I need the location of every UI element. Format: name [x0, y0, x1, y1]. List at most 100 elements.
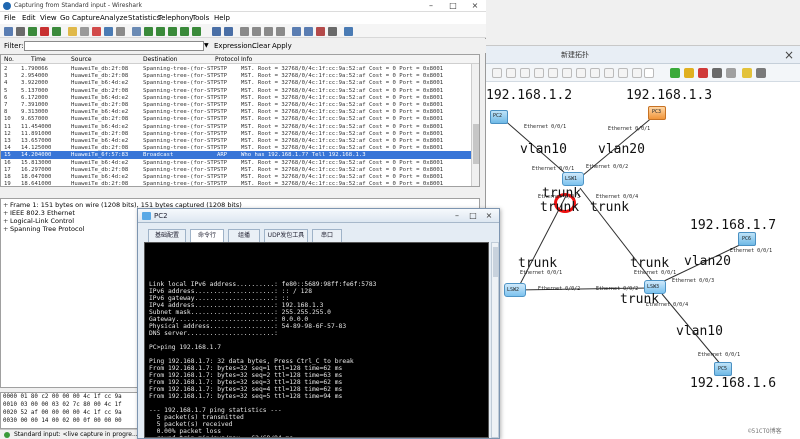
menu-help[interactable]: Help	[214, 14, 230, 22]
maximize-icon[interactable]: □	[466, 210, 480, 221]
device-pc6-label: PC6	[742, 236, 752, 242]
find-icon[interactable]	[132, 27, 141, 36]
menu-file[interactable]: File	[4, 14, 16, 22]
packet-cell-no: 13	[4, 138, 11, 144]
close-icon[interactable]: ×	[482, 210, 496, 221]
tab-command-line[interactable]: 命令行	[190, 229, 224, 242]
save-file-icon[interactable]	[80, 27, 89, 36]
menu-view[interactable]: View	[40, 14, 57, 22]
packet-cell-src: HuaweiTe_db:2f:08	[71, 102, 129, 108]
fit-tool-icon[interactable]	[576, 68, 586, 78]
chevron-down-icon[interactable]: ▼	[204, 42, 209, 49]
filter-input[interactable]	[24, 41, 204, 51]
column-destination[interactable]: Destination	[143, 56, 177, 63]
go-to-packet-icon[interactable]	[168, 27, 177, 36]
options-icon[interactable]	[16, 27, 25, 36]
terminal-line: --- 192.168.1.7 ping statistics ---	[149, 407, 282, 414]
detail-line[interactable]: + IEEE 802.3 Ethernet	[3, 209, 75, 217]
copy-tool-icon[interactable]	[632, 68, 642, 78]
column-protocol[interactable]: Protocol	[215, 56, 239, 63]
last-packet-icon[interactable]	[192, 27, 201, 36]
print-icon[interactable]	[116, 27, 125, 36]
capture-filters-icon[interactable]	[292, 27, 301, 36]
minimize-icon[interactable]: –	[450, 210, 464, 221]
reload-icon[interactable]	[104, 27, 113, 36]
zoom-tool-icon[interactable]	[562, 68, 572, 78]
display-filters-icon[interactable]	[304, 27, 313, 36]
select-tool-icon[interactable]	[492, 68, 502, 78]
terminal-line: round-trip min/avg/max = 62/68/94 ms	[149, 435, 293, 437]
apply-button[interactable]: Apply	[272, 42, 292, 50]
menu-analyze[interactable]: Analyze	[100, 14, 128, 22]
terminal-icon[interactable]	[712, 68, 722, 78]
palette-tool-icon[interactable]	[618, 68, 628, 78]
pause-devices-icon[interactable]	[684, 68, 694, 78]
zoom-out-icon[interactable]	[252, 27, 261, 36]
vlan-label: vlan20	[598, 142, 645, 157]
close-icon[interactable]: ×	[464, 0, 486, 12]
normal-size-icon[interactable]	[264, 27, 273, 36]
tab-udp-tool[interactable]: UDP发包工具	[264, 229, 308, 242]
menu-tools[interactable]: Tools	[192, 14, 209, 22]
tab-multicast[interactable]: 组播	[228, 229, 260, 242]
topology-window: 新建拓扑 × PC2 PC3 LSW1 LSW2 LSW3 PC6 PC5 19…	[486, 0, 800, 439]
clear-button[interactable]: Clear	[252, 42, 270, 50]
grid-tool-icon[interactable]	[590, 68, 600, 78]
delete-tool-icon[interactable]	[548, 68, 558, 78]
text-tool-icon[interactable]	[520, 68, 530, 78]
minimize-icon[interactable]: –	[420, 0, 442, 12]
detail-line[interactable]: + Spanning Tree Protocol	[3, 225, 84, 233]
packet-cell-dst: Broadcast	[143, 152, 174, 159]
close-file-icon[interactable]	[92, 27, 101, 36]
screenshot-icon[interactable]	[742, 68, 752, 78]
open-file-icon[interactable]	[68, 27, 77, 36]
menu-edit[interactable]: Edit	[22, 14, 36, 22]
maximize-icon[interactable]: □	[442, 0, 464, 12]
packet-list-scrollbar[interactable]	[471, 64, 479, 186]
start-capture-icon[interactable]	[28, 27, 37, 36]
help-icon[interactable]	[344, 27, 353, 36]
hex-line: 0030 00 00 14 00 02 00 0f 00 00 00	[3, 418, 122, 424]
packet-cell-dst: Spanning-tree-(for-STP	[143, 80, 218, 87]
device-pc5-label: PC5	[718, 366, 728, 372]
scrollbar-thumb[interactable]	[493, 247, 498, 277]
column-source[interactable]: Source	[71, 56, 92, 63]
menu-go[interactable]: Go	[60, 14, 70, 22]
menu-capture[interactable]: Capture	[72, 14, 100, 22]
menu-telephony[interactable]: Telephony	[158, 14, 193, 22]
command-terminal[interactable]: Link local IPv6 address..........: fe80:…	[144, 242, 489, 438]
go-back-icon[interactable]	[144, 27, 153, 36]
detail-text: Spanning Tree Protocol	[10, 225, 85, 233]
move-tool-icon[interactable]	[506, 68, 516, 78]
interfaces-icon[interactable]	[4, 27, 13, 36]
resize-columns-icon[interactable]	[276, 27, 285, 36]
coloring-rules-icon[interactable]	[316, 27, 325, 36]
autoscroll-icon[interactable]	[224, 27, 233, 36]
menu-statistics[interactable]: Statistics	[128, 14, 160, 22]
scrollbar-thumb[interactable]	[473, 124, 479, 164]
tab-basic-config[interactable]: 基础配置	[148, 229, 186, 242]
column-time[interactable]: Time	[31, 56, 46, 63]
zoom-in-icon[interactable]	[240, 27, 249, 36]
packet-cell-proto: STP	[217, 181, 228, 187]
first-packet-icon[interactable]	[180, 27, 189, 36]
packet-row[interactable]: 19 18.641000 HuaweiTe_db:2f:08 Spanning-tre…	[1, 180, 479, 187]
close-icon[interactable]: ×	[784, 48, 794, 62]
stop-devices-icon[interactable]	[698, 68, 708, 78]
label-tool-icon[interactable]	[604, 68, 614, 78]
go-forward-icon[interactable]	[156, 27, 165, 36]
preferences-icon[interactable]	[328, 27, 337, 36]
shape-tool-icon[interactable]	[534, 68, 544, 78]
colorize-icon[interactable]	[212, 27, 221, 36]
capture-icon[interactable]	[726, 68, 736, 78]
terminal-scrollbar[interactable]	[491, 242, 499, 438]
stop-capture-icon[interactable]	[40, 27, 49, 36]
detail-line[interactable]: + Logical-Link Control	[3, 217, 74, 225]
column-info[interactable]: Info	[241, 56, 252, 63]
start-devices-icon[interactable]	[670, 68, 680, 78]
column-no[interactable]: No.	[4, 56, 14, 63]
text-tool-icon-2[interactable]	[644, 68, 654, 78]
tab-serial[interactable]: 串口	[312, 229, 342, 242]
settings-icon[interactable]	[756, 68, 766, 78]
restart-capture-icon[interactable]	[52, 27, 61, 36]
